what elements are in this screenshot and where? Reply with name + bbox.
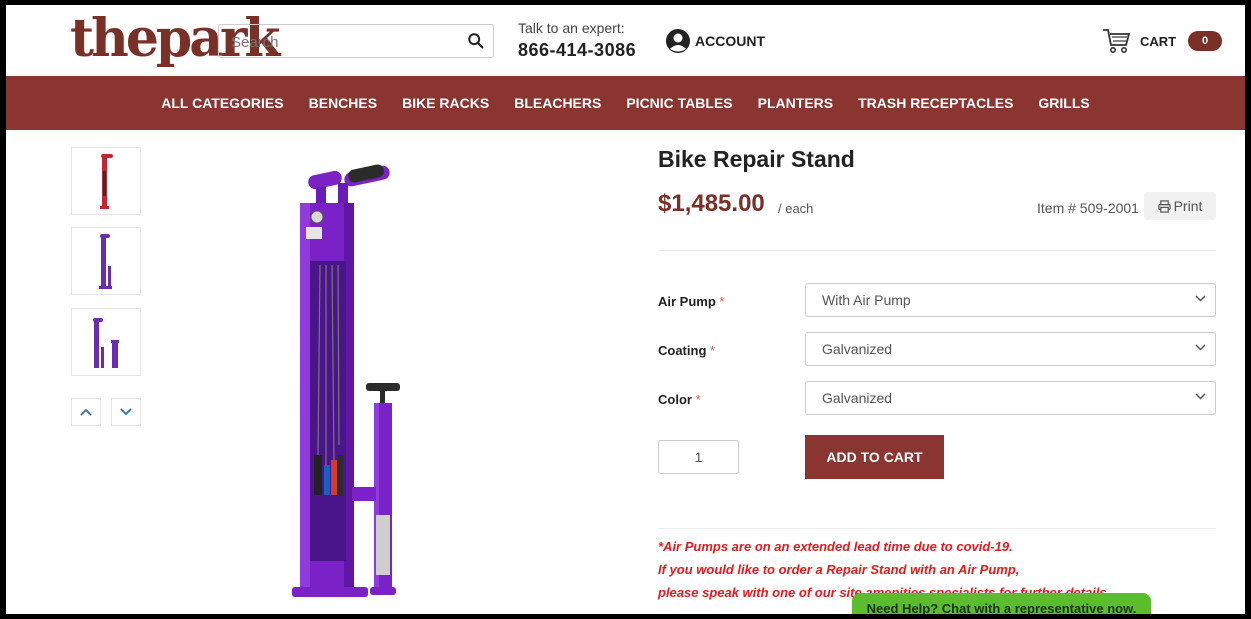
site-header: thepark Talk to an expert: 866-414-3086 …	[6, 5, 1245, 76]
divider	[658, 528, 1216, 529]
thumbnail-1[interactable]	[71, 147, 141, 215]
nav-item-all-categories[interactable]: ALL CATEGORIES	[161, 95, 283, 111]
price-unit: / each	[778, 201, 814, 216]
air-pump-select-value: With Air Pump	[822, 292, 911, 308]
product-thumbnail-purple	[99, 234, 112, 289]
chat-widget-button[interactable]: Need Help? Chat with a representative no…	[852, 593, 1151, 614]
product-main-image[interactable]	[286, 155, 436, 605]
chevron-down-icon	[1195, 295, 1206, 302]
chevron-up-icon	[80, 408, 92, 416]
product-title: Bike Repair Stand	[658, 146, 855, 172]
notice-line-2: If you would like to order a Repair Stan…	[658, 562, 1020, 577]
cart-count-badge: 0	[1188, 31, 1223, 51]
page: thepark Talk to an expert: 866-414-3086 …	[6, 5, 1245, 614]
cart-label: CART	[1140, 33, 1177, 49]
quantity-input[interactable]: 1	[658, 440, 739, 474]
add-to-cart-button[interactable]: ADD TO CART	[805, 435, 944, 479]
thumbnail-3[interactable]	[71, 308, 141, 376]
product-price: $1,485.00	[658, 190, 765, 217]
required-marker: *	[695, 392, 701, 407]
thumbnail-up-button[interactable]	[71, 398, 101, 426]
search-input[interactable]	[219, 25, 473, 59]
print-icon	[1157, 199, 1171, 213]
chevron-down-icon	[1195, 344, 1206, 351]
product-thumbnail-purple-pair	[93, 318, 119, 368]
print-label: Print	[1173, 198, 1203, 214]
nav-item-planters[interactable]: PLANTERS	[758, 95, 833, 111]
nav-item-picnic-tables[interactable]: PICNIC TABLES	[626, 95, 732, 111]
search-box[interactable]	[218, 24, 494, 59]
required-marker: *	[710, 343, 716, 358]
expert-phone[interactable]: 866-414-3086	[518, 40, 636, 61]
account-label: ACCOUNT	[695, 33, 765, 49]
chevron-down-icon	[1195, 393, 1206, 400]
nav-item-benches[interactable]: BENCHES	[309, 95, 377, 111]
notice-line-1: *Air Pumps are on an extended lead time …	[658, 539, 1013, 554]
coating-select-value: Galvanized	[822, 341, 893, 357]
coating-select[interactable]: Galvanized	[805, 332, 1216, 366]
option-label-color: Color *	[658, 392, 701, 407]
chevron-down-icon	[120, 408, 132, 416]
thumbnail-2[interactable]	[71, 227, 141, 295]
product-thumbnail-red	[100, 154, 113, 209]
color-select-value: Galvanized	[822, 390, 893, 406]
option-label-air-pump: Air Pump *	[658, 294, 725, 309]
divider	[658, 250, 1216, 251]
thumbnail-down-button[interactable]	[111, 398, 141, 426]
required-marker: *	[719, 294, 725, 309]
cart-link[interactable]: CART 0	[1102, 27, 1223, 55]
main-nav: ALL CATEGORIES BENCHES BIKE RACKS BLEACH…	[6, 76, 1245, 130]
print-button[interactable]: Print	[1144, 192, 1216, 220]
nav-item-grills[interactable]: GRILLS	[1038, 95, 1089, 111]
nav-item-trash-receptacles[interactable]: TRASH RECEPTACLES	[858, 95, 1013, 111]
item-number: Item # 509-2001	[1037, 200, 1139, 216]
air-pump-select[interactable]: With Air Pump	[805, 283, 1216, 317]
nav-item-bike-racks[interactable]: BIKE RACKS	[402, 95, 489, 111]
color-select[interactable]: Galvanized	[805, 381, 1216, 415]
expert-label: Talk to an expert:	[518, 20, 625, 36]
cart-icon	[1103, 29, 1131, 53]
user-icon	[666, 29, 690, 53]
option-label-coating: Coating *	[658, 343, 716, 358]
nav-item-bleachers[interactable]: BLEACHERS	[514, 95, 601, 111]
account-link[interactable]: ACCOUNT	[665, 28, 765, 54]
search-icon[interactable]	[467, 32, 485, 50]
